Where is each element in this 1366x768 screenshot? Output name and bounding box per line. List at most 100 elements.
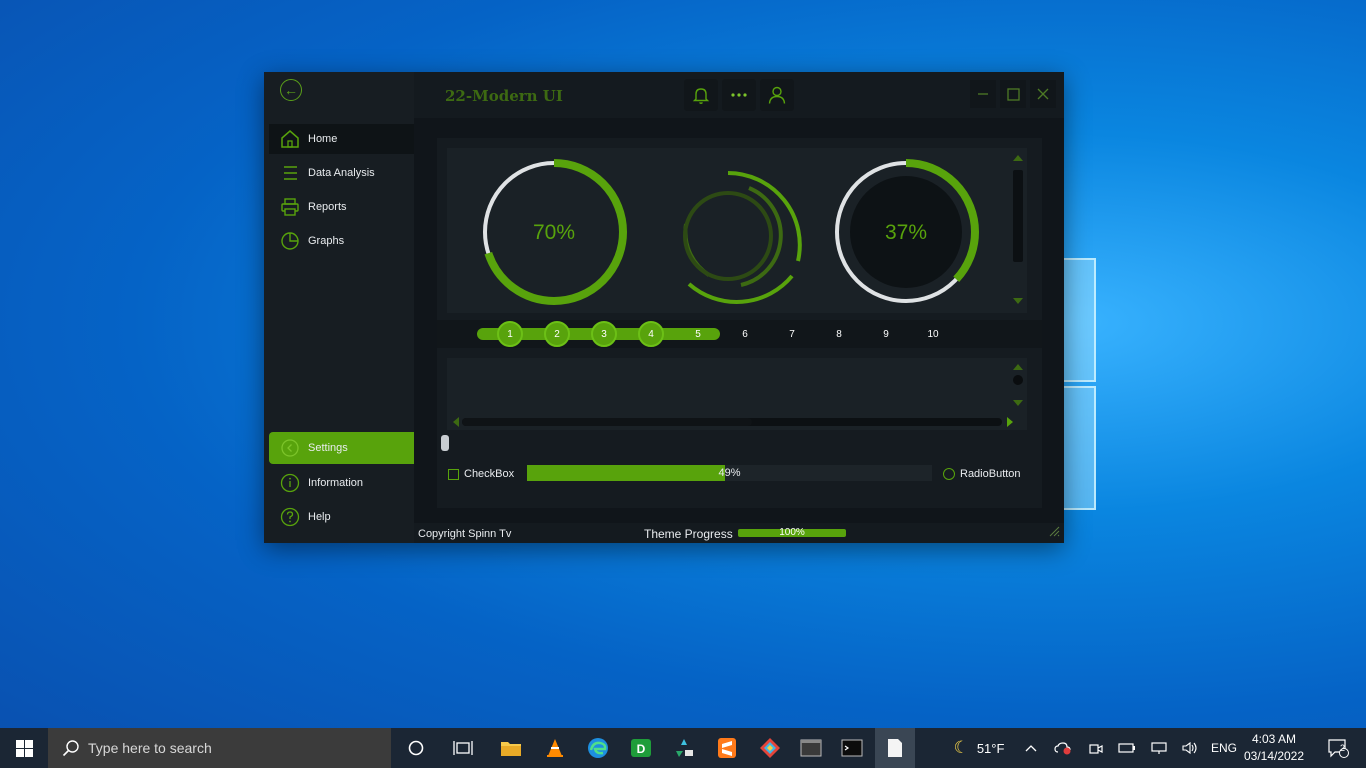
scroll-down-arrow[interactable] (1013, 298, 1023, 304)
step-10[interactable]: 10 (920, 321, 946, 347)
sublime-text-icon[interactable] (707, 728, 747, 768)
list-vertical-scroll-thumb[interactable] (1013, 375, 1023, 385)
sidebar-item-home[interactable]: Home (269, 124, 414, 154)
system-clock[interactable]: 4:03 AM 03/14/2022 (1240, 731, 1308, 765)
step-4[interactable]: 4 (638, 321, 664, 347)
gauges-svg: 70% 37% (481, 159, 979, 305)
minimize-button[interactable] (970, 80, 996, 108)
sidebar-item-graphs[interactable]: Graphs (269, 226, 414, 256)
step-7[interactable]: 7 (779, 321, 805, 347)
sidebar-item-label: Settings (308, 442, 348, 454)
resize-grip-icon[interactable] (1048, 525, 1060, 537)
svg-text:D: D (637, 742, 646, 756)
progress-label: 49% (718, 467, 741, 479)
cortana-icon[interactable] (396, 728, 436, 768)
taskbar: Type here to search D ☾ 51°F ENG 4:03 AM… (0, 728, 1366, 768)
step-indicator: 1 2 3 4 5 6 7 8 9 10 (437, 320, 1042, 348)
taskbar-search-box[interactable]: Type here to search (48, 728, 391, 768)
title-bar: 22-Modern UI (414, 72, 1064, 118)
language-indicator[interactable]: ENG (1206, 728, 1242, 768)
slider-thumb[interactable] (441, 435, 449, 451)
gauge-area: 70% 37% (447, 148, 1027, 313)
scroll-left-arrow[interactable] (453, 417, 459, 427)
step-9[interactable]: 9 (873, 321, 899, 347)
spinner-graphic (683, 171, 802, 304)
radio-button[interactable]: RadioButton (943, 468, 1021, 480)
recycle-tools-icon[interactable] (664, 728, 704, 768)
radio-label: RadioButton (960, 468, 1021, 480)
scroll-list-area (447, 358, 1027, 430)
gauge-right-label: 37% (885, 221, 927, 244)
back-arrow-icon[interactable]: ← (280, 79, 302, 101)
status-bar: Copyright Spinn Tv Theme Progress 100% (414, 523, 1064, 543)
file-explorer-icon[interactable] (491, 728, 531, 768)
step-8[interactable]: 8 (826, 321, 852, 347)
checkbox-label: CheckBox (464, 468, 515, 480)
moon-icon: ☾ (953, 738, 969, 757)
close-button[interactable] (1030, 80, 1056, 108)
terminal-window-icon[interactable] (791, 728, 831, 768)
pie-chart-icon (279, 230, 301, 252)
list-scroll-down-arrow[interactable] (1013, 400, 1023, 406)
colorful-app-icon[interactable] (750, 728, 790, 768)
network-icon[interactable] (1148, 728, 1170, 768)
scroll-right-arrow[interactable] (1007, 417, 1013, 427)
scroll-up-arrow[interactable] (1013, 155, 1023, 161)
sidebar-item-label: Help (308, 511, 331, 523)
meet-now-icon[interactable] (1085, 728, 1107, 768)
step-5[interactable]: 5 (685, 321, 711, 347)
sidebar-item-label: Reports (308, 201, 347, 213)
sidebar: ← Home Data Analysis Reports Graphs Sett… (264, 72, 414, 543)
search-icon (62, 740, 79, 757)
bell-icon[interactable] (684, 79, 718, 111)
sidebar-item-settings[interactable]: Settings (269, 432, 414, 464)
help-icon (279, 506, 301, 528)
sidebar-item-information[interactable]: Information (269, 468, 414, 498)
vlc-icon[interactable] (535, 728, 575, 768)
document-app-icon[interactable] (875, 728, 915, 768)
sidebar-item-help[interactable]: Help (269, 502, 414, 532)
theme-progress-bar: 100% (738, 528, 846, 538)
checkbox-box[interactable] (448, 468, 459, 480)
d-app-icon[interactable]: D (621, 728, 661, 768)
app-window: ← Home Data Analysis Reports Graphs Sett… (264, 72, 1064, 543)
step-3[interactable]: 3 (591, 321, 617, 347)
step-6[interactable]: 6 (732, 321, 758, 347)
battery-icon[interactable] (1116, 728, 1138, 768)
sidebar-item-label: Information (308, 477, 364, 489)
cloud-error-icon[interactable] (1052, 728, 1074, 768)
printer-icon (279, 196, 301, 218)
more-icon[interactable] (722, 79, 756, 111)
weather-widget[interactable]: ☾ 51°F (944, 728, 1014, 768)
gauge-vertical-scrollbar[interactable] (1013, 170, 1023, 262)
clock-date: 03/14/2022 (1243, 749, 1305, 763)
command-prompt-icon[interactable] (832, 728, 872, 768)
chevron-up-icon[interactable] (1020, 728, 1042, 768)
maximize-button[interactable] (1000, 80, 1026, 108)
step-2[interactable]: 2 (544, 321, 570, 347)
step-1[interactable]: 1 (497, 321, 523, 347)
horizontal-scrollbar[interactable] (462, 418, 1002, 426)
notification-center-icon[interactable]: 2 (1318, 728, 1358, 768)
notification-count: 2 (1340, 743, 1346, 753)
weather-temp: 51°F (976, 740, 1005, 756)
gauge-left-label: 70% (533, 221, 575, 244)
checkbox[interactable]: CheckBox (448, 468, 514, 480)
page-title: 22-Modern UI (445, 87, 563, 105)
copyright-text: Copyright Spinn Tv (418, 528, 512, 540)
volume-icon[interactable] (1179, 728, 1201, 768)
search-placeholder: Type here to search (88, 740, 212, 756)
radio-circle[interactable] (943, 468, 955, 480)
windows-wallpaper-logo (1062, 258, 1098, 510)
start-button[interactable] (0, 728, 48, 768)
user-icon[interactable] (760, 79, 794, 111)
list-scroll-up-arrow[interactable] (1013, 364, 1023, 370)
sidebar-item-label: Home (308, 133, 338, 145)
progress-bar: 49% (527, 465, 932, 481)
task-view-icon[interactable] (443, 728, 483, 768)
sidebar-item-reports[interactable]: Reports (269, 192, 414, 222)
horizontal-scroll-thumb[interactable] (462, 418, 752, 426)
sidebar-item-data-analysis[interactable]: Data Analysis (269, 158, 414, 188)
clock-time: 4:03 AM (1251, 732, 1297, 746)
edge-icon[interactable] (578, 728, 618, 768)
